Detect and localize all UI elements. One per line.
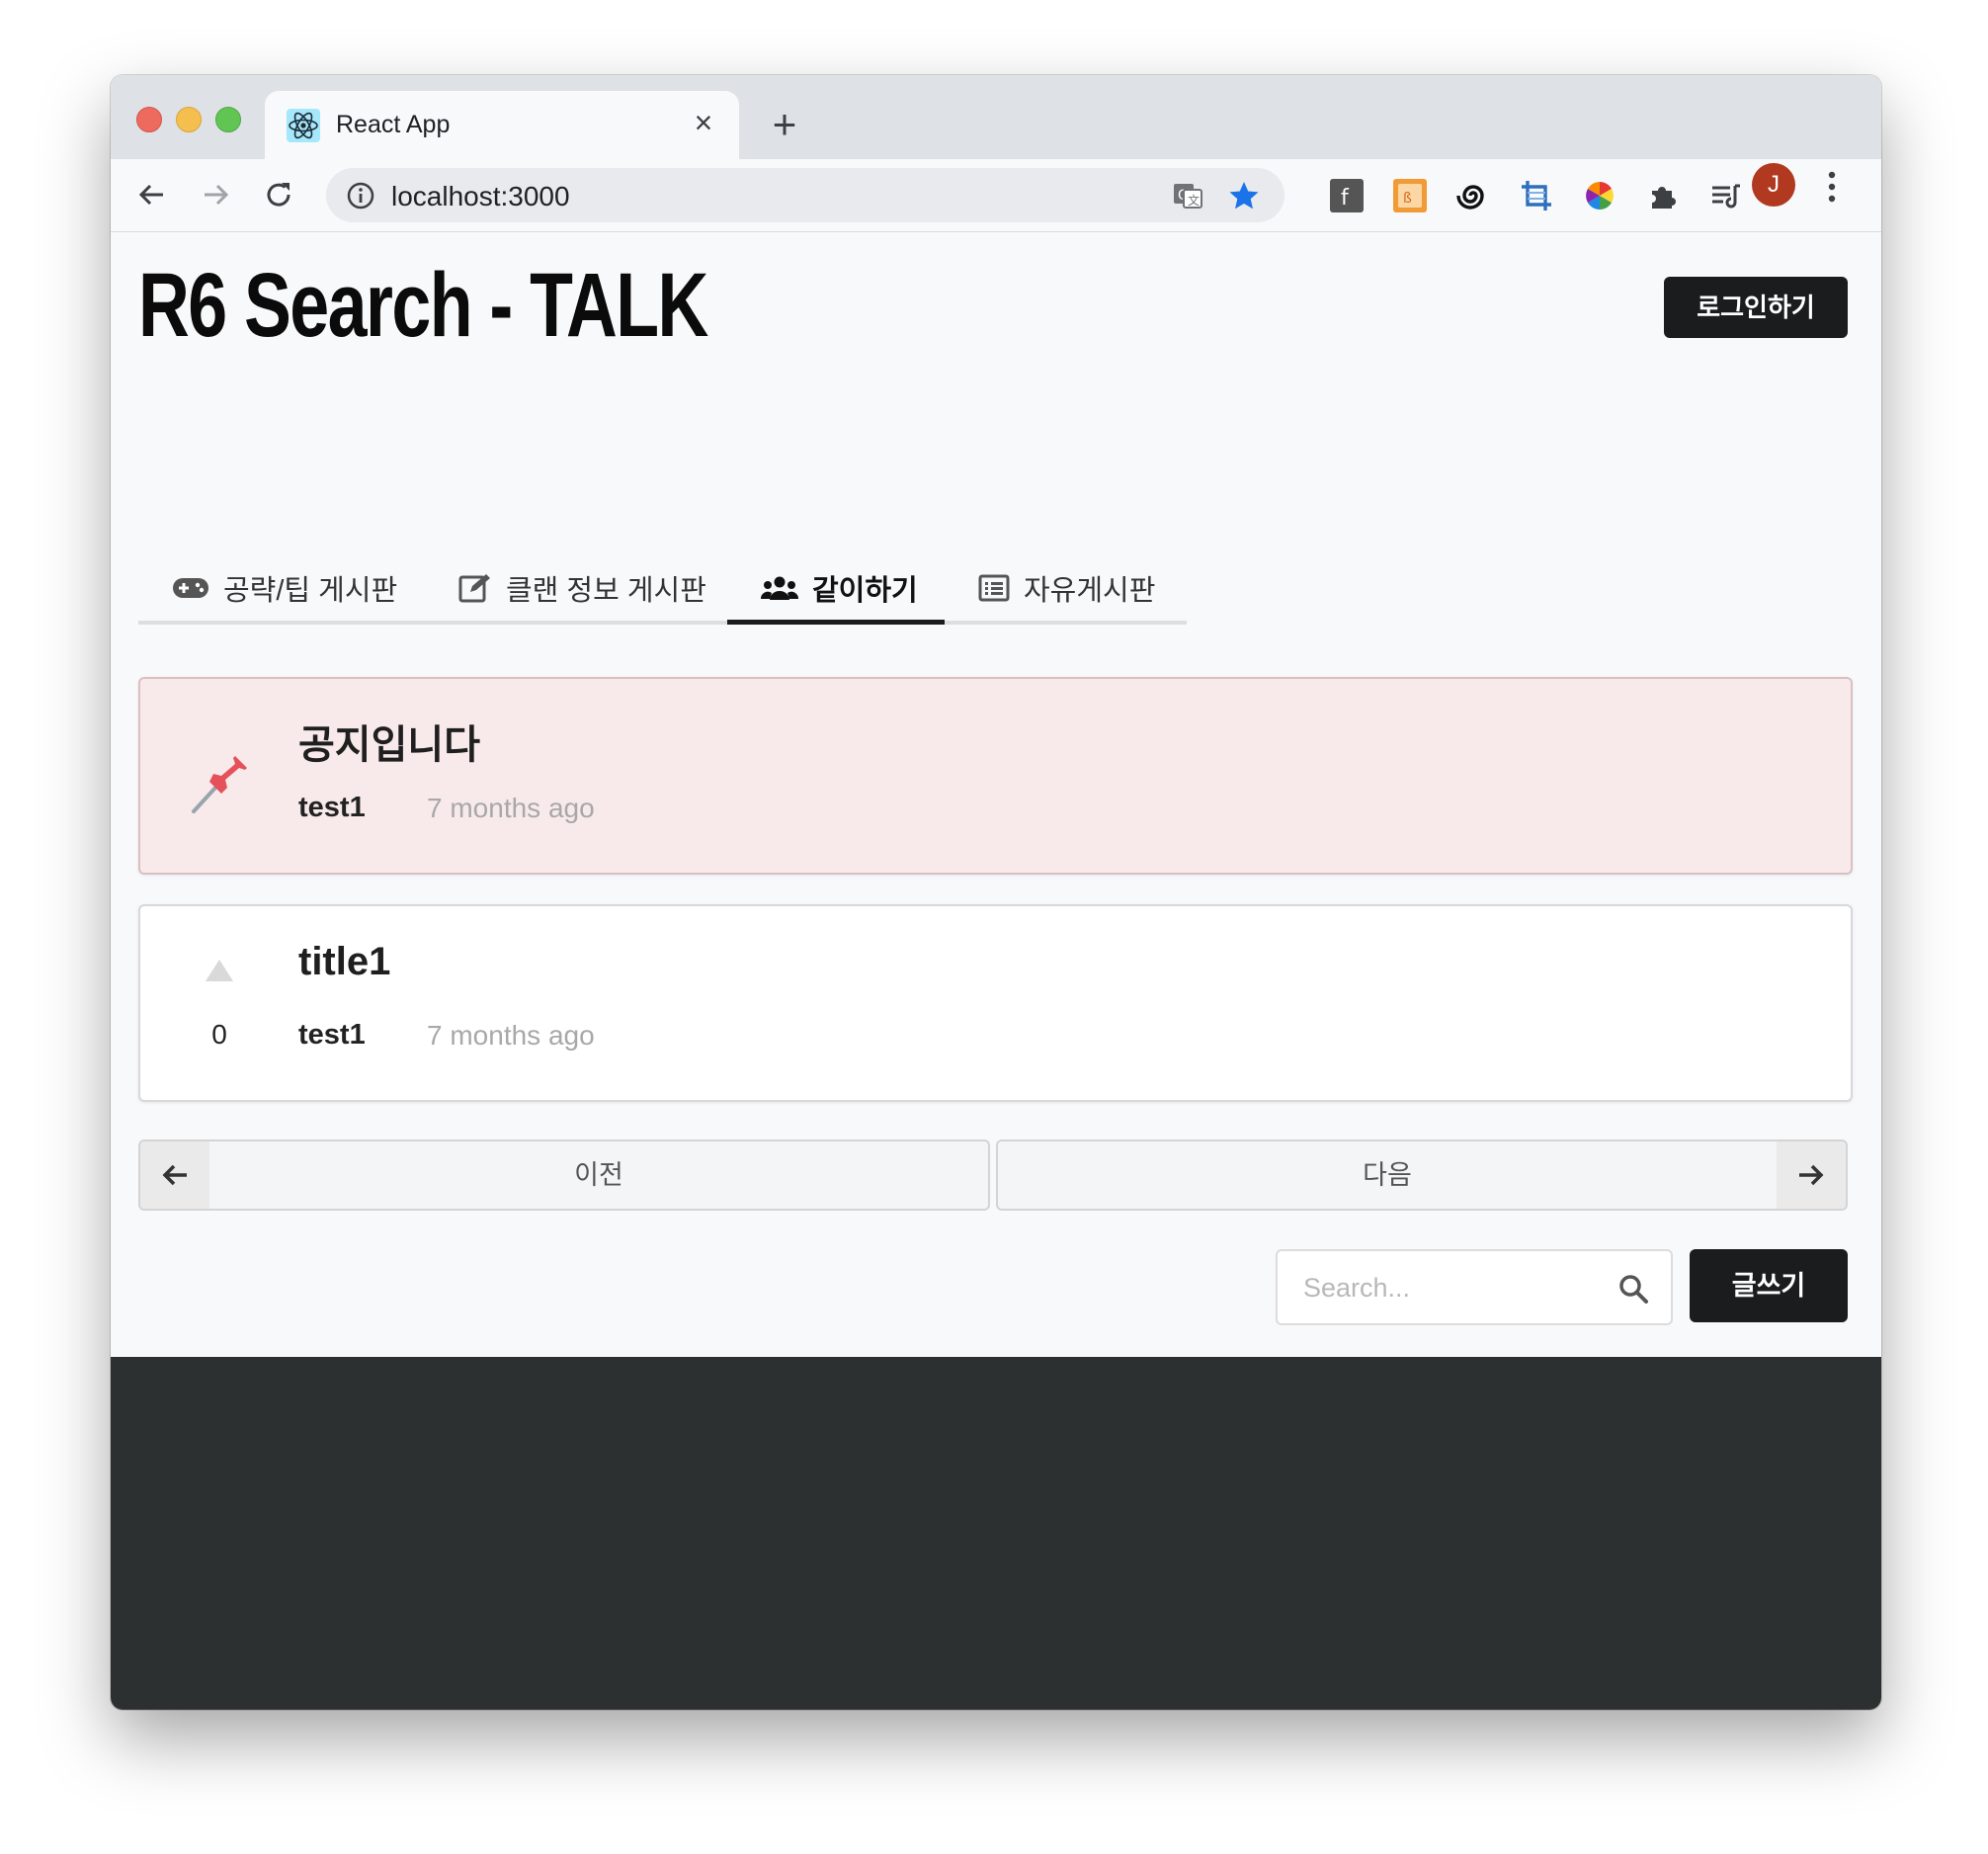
site-info-icon[interactable] xyxy=(346,181,375,211)
extensions-puzzle-icon[interactable] xyxy=(1644,177,1682,214)
prev-arrow xyxy=(140,1141,209,1209)
address-bar-url: localhost:3000 xyxy=(391,181,570,211)
active-tab-indicator xyxy=(727,620,945,625)
prev-page-label: 이전 xyxy=(574,1160,623,1190)
maximize-window-button[interactable] xyxy=(215,107,241,132)
browser-toolbar: localhost:3000 G 文 f ß xyxy=(111,159,1881,232)
extension-crop-icon[interactable] xyxy=(1518,177,1555,214)
extension-orange-icon[interactable]: ß xyxy=(1391,177,1429,214)
tab-title: React App xyxy=(336,111,451,138)
search-box xyxy=(1276,1249,1673,1325)
search-icon[interactable] xyxy=(1617,1273,1649,1305)
more-menu-icon[interactable] xyxy=(1822,168,1842,206)
bookmark-star-icon[interactable] xyxy=(1227,179,1261,212)
extension-spiral-icon[interactable] xyxy=(1454,177,1492,214)
arrow-left-icon xyxy=(162,1164,187,1186)
write-post-button[interactable]: 글쓰기 xyxy=(1690,1249,1848,1322)
post-author[interactable]: test1 xyxy=(298,1019,366,1052)
next-arrow xyxy=(1777,1141,1846,1209)
tab-strategy-tips-label: 공략/팁 게시판 xyxy=(223,574,398,607)
notice-post-card[interactable]: 공지입니다 test1 7 months ago xyxy=(138,677,1853,875)
post-timestamp: 7 months ago xyxy=(427,1020,595,1051)
notice-author[interactable]: test1 xyxy=(298,792,366,824)
upvote-icon[interactable] xyxy=(204,958,235,983)
post-title: title1 xyxy=(298,940,391,983)
post-card[interactable]: 0 title1 test1 7 months ago xyxy=(138,904,1853,1102)
back-arrow-icon xyxy=(138,184,163,206)
site-title[interactable]: R6 Search - TALK xyxy=(138,254,708,358)
board-menu: 공략/팁 게시판 클랜 정보 게시판 같이하기 자유게시판 xyxy=(138,554,1187,625)
search-input[interactable] xyxy=(1301,1251,1602,1325)
forward-arrow-icon xyxy=(205,184,229,206)
next-page-label: 다음 xyxy=(1363,1160,1412,1190)
tab-play-together-label: 같이하기 xyxy=(812,574,918,607)
notice-title: 공지입니다 xyxy=(298,723,480,767)
address-bar[interactable]: localhost:3000 G 文 xyxy=(326,168,1284,222)
tab-close-icon[interactable]: × xyxy=(686,105,721,140)
tab-strategy-tips[interactable]: 공략/팁 게시판 xyxy=(172,554,397,621)
back-button[interactable] xyxy=(130,173,174,216)
svg-text:文: 文 xyxy=(1188,193,1200,208)
profile-avatar[interactable]: J xyxy=(1752,163,1795,207)
browser-window: React App × + localhost:3000 文 f ß J R6 … xyxy=(111,75,1881,1710)
notice-timestamp: 7 months ago xyxy=(427,793,595,823)
edit-icon xyxy=(458,573,490,602)
reload-button[interactable] xyxy=(257,173,300,216)
arrow-right-icon xyxy=(1799,1164,1824,1186)
tab-clan-info-label: 클랜 정보 게시판 xyxy=(506,574,706,607)
minimize-window-button[interactable] xyxy=(176,107,202,132)
svg-text:f: f xyxy=(1341,186,1350,211)
next-page-button[interactable]: 다음 xyxy=(996,1139,1848,1211)
tab-free-board[interactable]: 자유게시판 xyxy=(978,554,1155,621)
extension-f-icon[interactable]: f xyxy=(1328,177,1366,214)
site-footer xyxy=(111,1357,1881,1710)
browser-tab[interactable]: React App × xyxy=(265,91,739,159)
close-window-button[interactable] xyxy=(136,107,162,132)
pushpin-icon xyxy=(192,756,247,813)
tab-free-board-label: 자유게시판 xyxy=(1024,574,1156,607)
media-control-icon[interactable] xyxy=(1707,177,1745,214)
forward-button[interactable] xyxy=(194,173,237,216)
new-tab-button[interactable]: + xyxy=(765,104,804,145)
tab-strip: React App × + xyxy=(111,75,1881,159)
gamepad-icon xyxy=(173,577,208,598)
reload-icon xyxy=(267,183,290,207)
react-logo-icon xyxy=(287,109,320,142)
extension-color-wheel-icon[interactable] xyxy=(1581,177,1618,214)
users-icon xyxy=(761,576,798,600)
list-icon xyxy=(978,574,1010,601)
vote-count: 0 xyxy=(211,1019,227,1050)
tab-play-together[interactable]: 같이하기 xyxy=(761,554,918,621)
svg-text:ß: ß xyxy=(1403,191,1412,207)
tab-clan-info[interactable]: 클랜 정보 게시판 xyxy=(458,554,706,621)
prev-page-button[interactable]: 이전 xyxy=(138,1139,990,1211)
page-content: R6 Search - TALK 로그인하기 공략/팁 게시판 클랜 정보 게시… xyxy=(111,232,1881,1710)
login-button[interactable]: 로그인하기 xyxy=(1664,277,1848,338)
translate-icon[interactable]: G 文 xyxy=(1171,179,1204,212)
